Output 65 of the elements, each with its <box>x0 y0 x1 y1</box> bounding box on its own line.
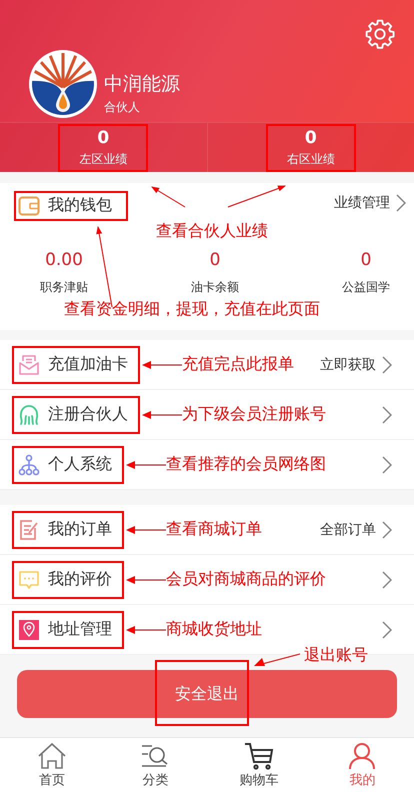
chevron-icon <box>382 356 392 374</box>
annotation-note: 为下级会员注册账号 <box>182 404 326 425</box>
document-icon <box>18 518 40 540</box>
annotation-arrow <box>142 358 182 370</box>
performance-link[interactable]: 业绩管理 <box>334 194 406 212</box>
menu-link[interactable]: 立即获取 <box>320 356 392 374</box>
brand-name: 中润能源 <box>104 72 180 97</box>
chevron-icon[interactable] <box>382 456 392 474</box>
hierarchy-icon <box>18 454 40 476</box>
annotation-note: 商城收货地址 <box>166 619 262 640</box>
menu-label[interactable]: 我的钱包 <box>48 195 112 216</box>
chat-bubble-icon <box>18 568 40 590</box>
chevron-icon[interactable] <box>382 406 392 424</box>
tab-item[interactable]: 购物车 <box>207 738 310 792</box>
stat-label: 右区业绩 <box>286 150 335 168</box>
search-list-icon <box>140 742 170 770</box>
annotation-arrow <box>126 524 166 536</box>
annotation-note: 查看资金明细，提现，充值在此页面 <box>63 299 321 320</box>
chevron-icon <box>396 194 406 212</box>
menu-label[interactable]: 注册合伙人 <box>48 404 128 425</box>
logout-button[interactable]: 安全退出 <box>17 670 397 718</box>
menu-link[interactable]: 全部订单 <box>320 520 392 538</box>
annotation-arrow <box>142 408 182 420</box>
tab-item[interactable]: 我的 <box>310 738 414 792</box>
chevron-icon <box>382 520 392 538</box>
annotation-note: 充值完点此报单 <box>182 354 294 375</box>
annotation-arrow <box>126 624 166 636</box>
tab-item[interactable]: 分类 <box>104 738 207 792</box>
stat-value: 0 <box>304 128 317 148</box>
settings-icon[interactable] <box>364 18 396 50</box>
balance-value: 0 <box>360 250 372 270</box>
logo-icon <box>28 49 98 120</box>
annotation-note: 退出账号 <box>304 645 368 666</box>
role-label: 合伙人 <box>104 98 141 116</box>
annotation-arrow <box>151 186 186 208</box>
balance-label: 油卡余额 <box>191 279 239 296</box>
annotation-note: 会员对商城商品的评价 <box>166 569 326 590</box>
location-pin-icon <box>18 618 40 640</box>
person-icon <box>347 742 378 770</box>
chevron-icon[interactable] <box>382 570 392 588</box>
stat-value: 0 <box>97 128 110 148</box>
balance-label: 职务津贴 <box>40 279 88 296</box>
home-icon <box>36 742 67 770</box>
menu-label[interactable]: 我的订单 <box>48 519 112 540</box>
annotation-note: 查看合伙人业绩 <box>155 220 269 242</box>
menu-label[interactable]: 我的评价 <box>48 569 112 590</box>
tab-item[interactable]: 首页 <box>0 738 104 792</box>
tentacles-icon <box>18 404 40 426</box>
cart-icon <box>244 742 274 770</box>
annotation-arrow <box>228 186 286 208</box>
annotation-arrow <box>126 458 166 470</box>
balance-value: 0.00 <box>45 250 83 270</box>
menu-label[interactable]: 地址管理 <box>48 619 112 640</box>
annotation-arrow <box>254 653 300 667</box>
envelope-icon <box>18 354 40 376</box>
annotation-note: 查看商城订单 <box>166 519 262 540</box>
balance-label: 公益国学 <box>342 279 390 296</box>
chevron-icon[interactable] <box>382 620 392 638</box>
menu-label[interactable]: 个人系统 <box>48 454 112 475</box>
balance-value: 0 <box>210 250 220 270</box>
stat-label: 左区业绩 <box>79 150 128 168</box>
menu-label[interactable]: 充值加油卡 <box>48 354 128 375</box>
annotation-arrow <box>126 574 166 586</box>
annotation-note: 查看推荐的会员网络图 <box>166 454 326 475</box>
wallet-icon <box>18 194 40 216</box>
